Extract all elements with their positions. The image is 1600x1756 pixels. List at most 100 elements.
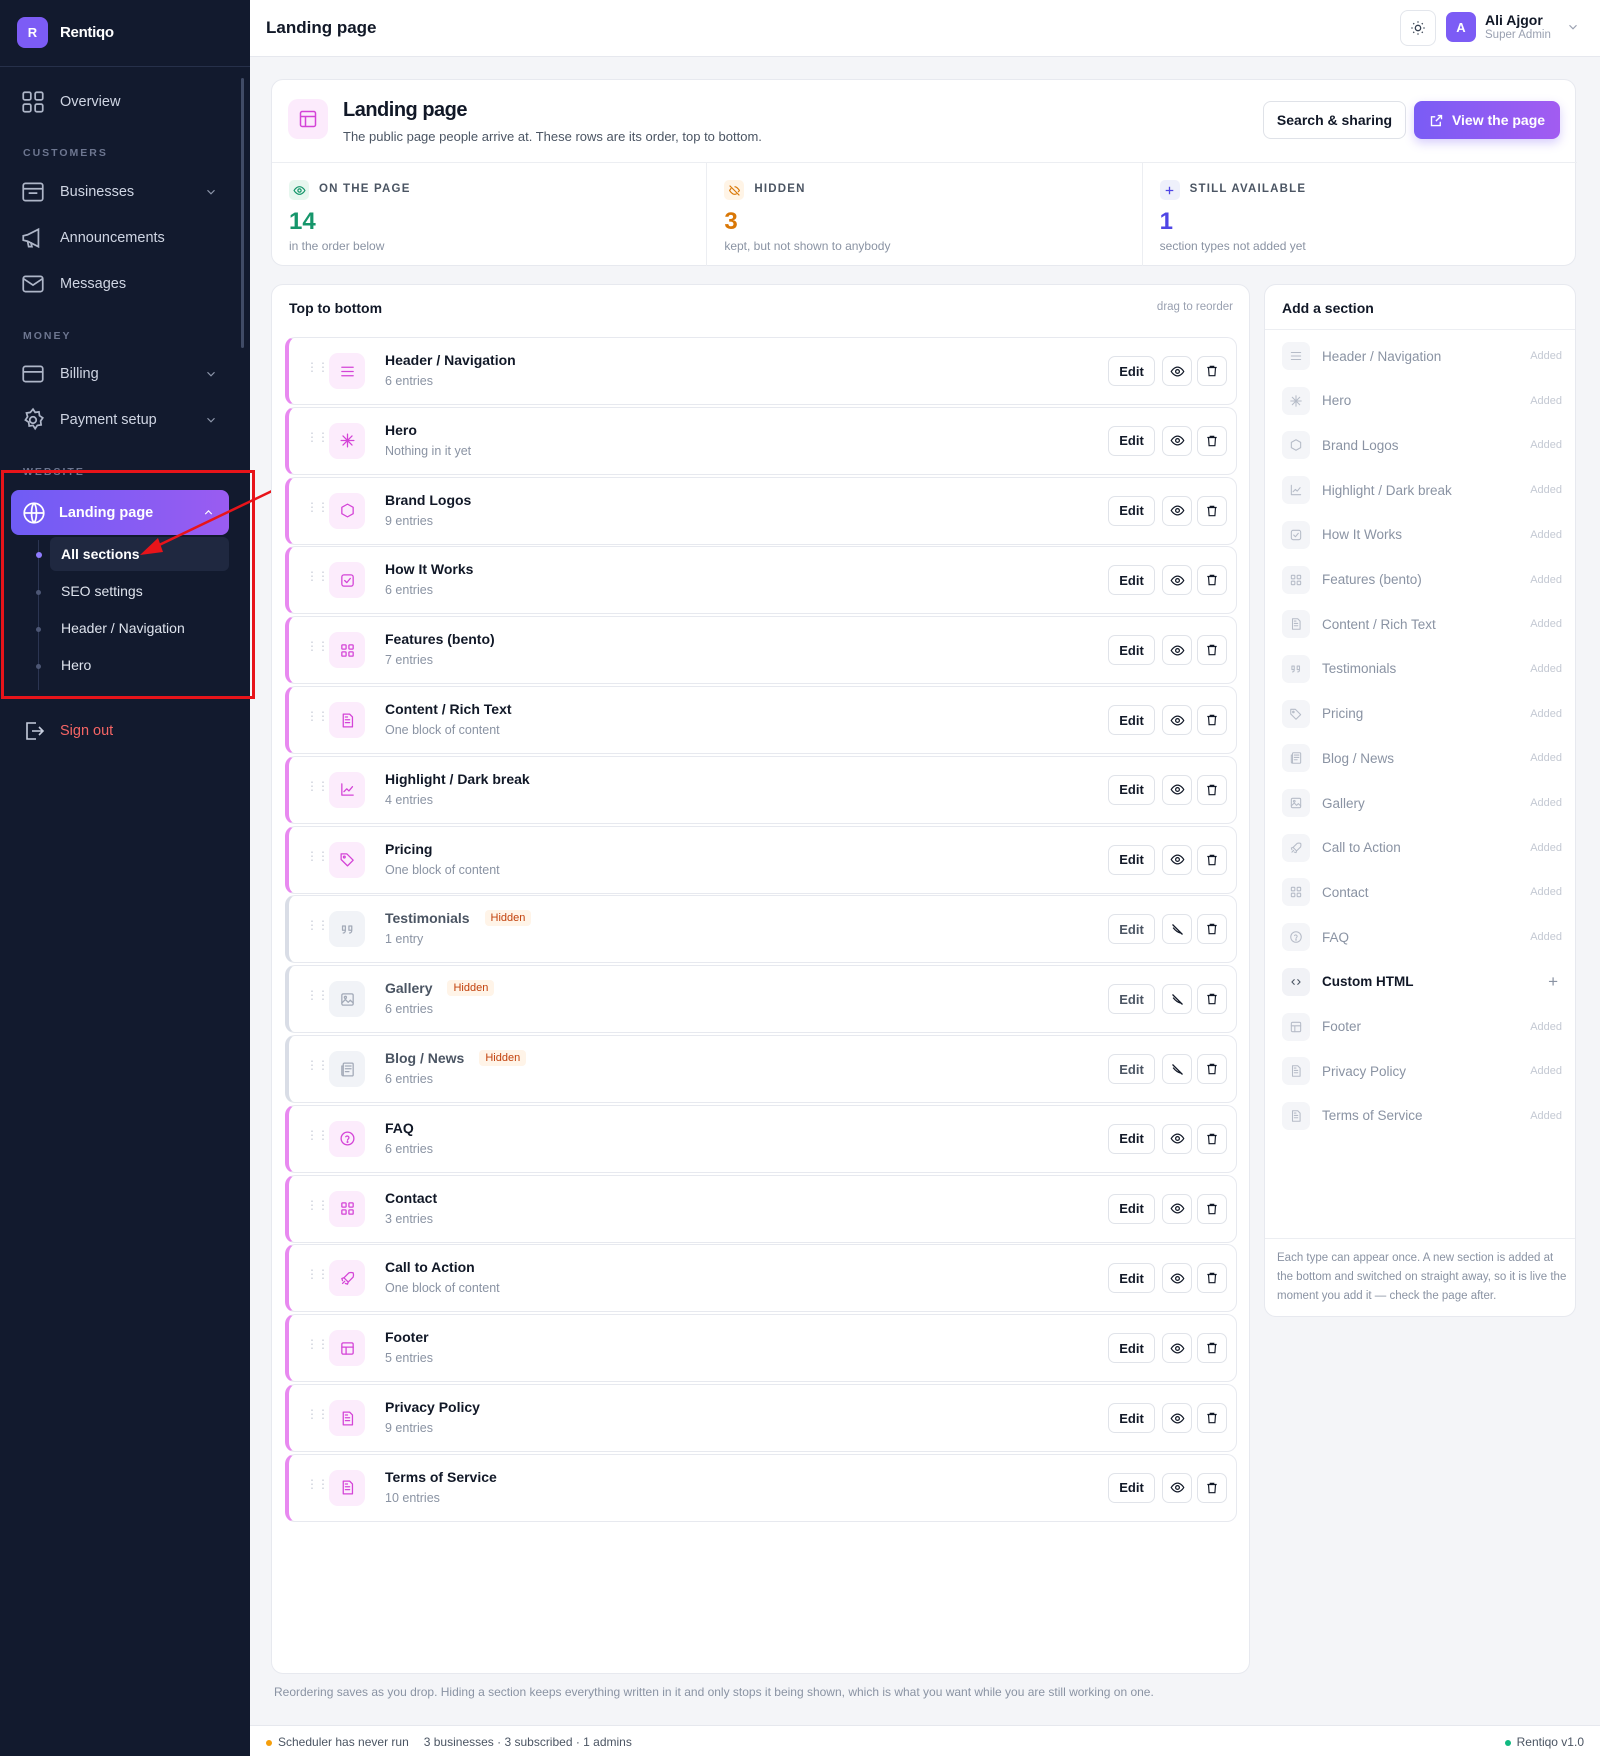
sidebar-scrollbar[interactable]: [241, 78, 244, 348]
delete-button[interactable]: [1197, 1123, 1227, 1154]
add-section-item[interactable]: Gallery Added: [1282, 787, 1562, 819]
submenu-item-all-sections[interactable]: All sections: [50, 537, 229, 571]
add-section-item[interactable]: Footer Added: [1282, 1011, 1562, 1043]
hide-section-button[interactable]: [1162, 495, 1192, 526]
hide-section-button[interactable]: [1162, 425, 1192, 456]
drag-handle-icon[interactable]: ⋮⋮: [306, 501, 329, 513]
section-row[interactable]: ⋮⋮ How It Works 6 entries Edit: [285, 546, 1237, 615]
section-row[interactable]: ⋮⋮ Header / Navigation 6 entries Edit: [285, 337, 1237, 405]
drag-handle-icon[interactable]: ⋮⋮: [306, 1268, 329, 1280]
drag-handle-icon[interactable]: ⋮⋮: [306, 1059, 329, 1071]
edit-button[interactable]: Edit: [1108, 774, 1155, 805]
edit-button[interactable]: Edit: [1108, 1263, 1155, 1294]
add-section-item[interactable]: Privacy Policy Added: [1282, 1055, 1562, 1087]
drag-handle-icon[interactable]: ⋮⋮: [306, 1199, 329, 1211]
hide-section-button[interactable]: [1162, 356, 1192, 386]
edit-button[interactable]: Edit: [1108, 705, 1155, 735]
sign-out-button[interactable]: Sign out: [22, 720, 113, 742]
section-row[interactable]: ⋮⋮ Blog / News Hidden 6 entries Edit: [285, 1035, 1237, 1103]
section-row[interactable]: ⋮⋮ Terms of Service 10 entries Edit: [285, 1453, 1237, 1522]
drag-handle-icon[interactable]: ⋮⋮: [306, 919, 329, 931]
section-row[interactable]: ⋮⋮ Privacy Policy 9 entries Edit: [285, 1384, 1237, 1452]
add-section-item[interactable]: Brand Logos Added: [1282, 429, 1562, 461]
section-row[interactable]: ⋮⋮ Brand Logos 9 entries Edit: [285, 476, 1237, 545]
section-row[interactable]: ⋮⋮ FAQ 6 entries Edit: [285, 1104, 1237, 1173]
edit-button[interactable]: Edit: [1108, 495, 1155, 526]
edit-button[interactable]: Edit: [1108, 425, 1155, 456]
delete-button[interactable]: [1197, 1054, 1227, 1084]
submenu-item-header-navigation[interactable]: Header / Navigation: [50, 611, 229, 645]
add-section-item[interactable]: Custom HTML +: [1282, 966, 1562, 998]
add-section-item[interactable]: Call to Action Added: [1282, 832, 1562, 864]
show-section-button[interactable]: [1162, 984, 1192, 1015]
delete-button[interactable]: [1197, 635, 1227, 666]
add-section-item[interactable]: Testimonials Added: [1282, 653, 1562, 685]
drag-handle-icon[interactable]: ⋮⋮: [306, 780, 329, 792]
delete-button[interactable]: [1197, 1193, 1227, 1224]
section-row[interactable]: ⋮⋮ Contact 3 entries Edit: [285, 1174, 1237, 1243]
add-section-item[interactable]: Features (bento) Added: [1282, 564, 1562, 596]
sidebar-item-payment-setup[interactable]: Payment setup: [20, 405, 220, 435]
drag-handle-icon[interactable]: ⋮⋮: [306, 1129, 329, 1141]
hide-section-button[interactable]: [1162, 774, 1192, 805]
sidebar-item-announcements[interactable]: Announcements: [20, 223, 220, 253]
delete-button[interactable]: [1197, 495, 1227, 526]
section-row[interactable]: ⋮⋮ Footer 5 entries Edit: [285, 1314, 1237, 1383]
section-row[interactable]: ⋮⋮ Hero Nothing in it yet Edit: [285, 406, 1237, 475]
hide-section-button[interactable]: [1162, 1472, 1192, 1503]
edit-button[interactable]: Edit: [1108, 844, 1155, 875]
drag-handle-icon[interactable]: ⋮⋮: [306, 361, 329, 373]
delete-button[interactable]: [1197, 844, 1227, 875]
delete-button[interactable]: [1197, 774, 1227, 805]
delete-button[interactable]: [1197, 565, 1227, 596]
drag-handle-icon[interactable]: ⋮⋮: [306, 989, 329, 1001]
add-section-item[interactable]: Highlight / Dark break Added: [1282, 474, 1562, 506]
edit-button[interactable]: Edit: [1108, 1472, 1155, 1503]
hide-section-button[interactable]: [1162, 635, 1192, 666]
drag-handle-icon[interactable]: ⋮⋮: [306, 850, 329, 862]
delete-button[interactable]: [1197, 1333, 1227, 1364]
edit-button[interactable]: Edit: [1108, 1403, 1155, 1433]
add-section-item[interactable]: Content / Rich Text Added: [1282, 608, 1562, 640]
edit-button[interactable]: Edit: [1108, 1054, 1155, 1084]
section-row[interactable]: ⋮⋮ Content / Rich Text One block of cont…: [285, 686, 1237, 754]
section-row[interactable]: ⋮⋮ Features (bento) 7 entries Edit: [285, 616, 1237, 685]
sidebar-item-billing[interactable]: Billing: [20, 359, 220, 389]
add-section-item[interactable]: Hero Added: [1282, 385, 1562, 417]
drag-handle-icon[interactable]: ⋮⋮: [306, 640, 329, 652]
hide-section-button[interactable]: [1162, 1403, 1192, 1433]
section-row[interactable]: ⋮⋮ Call to Action One block of content E…: [285, 1244, 1237, 1313]
drag-handle-icon[interactable]: ⋮⋮: [306, 570, 329, 582]
hide-section-button[interactable]: [1162, 565, 1192, 596]
delete-button[interactable]: [1197, 425, 1227, 456]
section-row[interactable]: ⋮⋮ Highlight / Dark break 4 entries Edit: [285, 755, 1237, 824]
show-section-button[interactable]: [1162, 914, 1192, 945]
delete-button[interactable]: [1197, 984, 1227, 1015]
edit-button[interactable]: Edit: [1108, 1333, 1155, 1364]
plus-icon[interactable]: +: [1548, 972, 1558, 992]
show-section-button[interactable]: [1162, 1054, 1192, 1084]
hide-section-button[interactable]: [1162, 1123, 1192, 1154]
drag-handle-icon[interactable]: ⋮⋮: [306, 1408, 329, 1420]
edit-button[interactable]: Edit: [1108, 1193, 1155, 1224]
hide-section-button[interactable]: [1162, 1333, 1192, 1364]
section-row[interactable]: ⋮⋮ Gallery Hidden 6 entries Edit: [285, 965, 1237, 1034]
submenu-item-hero[interactable]: Hero: [50, 648, 229, 682]
sidebar-item-businesses[interactable]: Businesses: [20, 177, 220, 207]
submenu-item-seo-settings[interactable]: SEO settings: [50, 574, 229, 608]
drag-handle-icon[interactable]: ⋮⋮: [306, 1338, 329, 1350]
add-section-item[interactable]: Contact Added: [1282, 876, 1562, 908]
edit-button[interactable]: Edit: [1108, 565, 1155, 596]
section-row[interactable]: ⋮⋮ Pricing One block of content Edit: [285, 825, 1237, 894]
hide-section-button[interactable]: [1162, 1263, 1192, 1294]
sidebar-item-landing-page[interactable]: Landing page: [11, 490, 229, 535]
hide-section-button[interactable]: [1162, 705, 1192, 735]
delete-button[interactable]: [1197, 1472, 1227, 1503]
delete-button[interactable]: [1197, 914, 1227, 945]
user-menu[interactable]: A Ali Ajgor Super Admin: [1446, 12, 1580, 42]
add-section-item[interactable]: Blog / News Added: [1282, 742, 1562, 774]
hide-section-button[interactable]: [1162, 844, 1192, 875]
sidebar-item-overview[interactable]: Overview: [20, 87, 220, 117]
delete-button[interactable]: [1197, 1403, 1227, 1433]
delete-button[interactable]: [1197, 1263, 1227, 1294]
